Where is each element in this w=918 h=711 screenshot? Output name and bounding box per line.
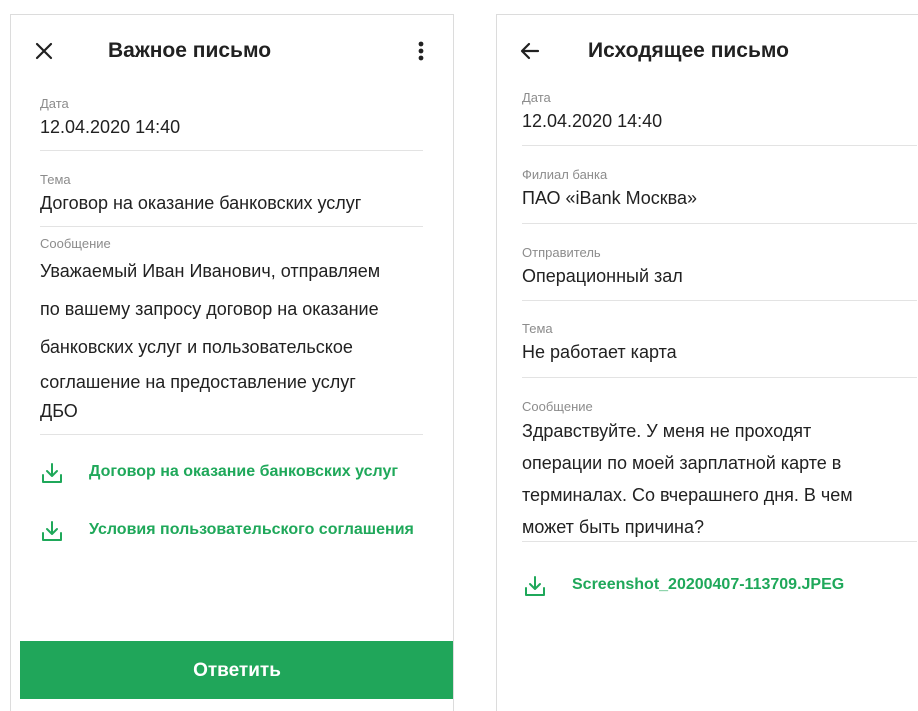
branch-field: Филиал банка ПАО «iBank Москва» <box>522 167 917 210</box>
divider <box>522 145 917 146</box>
date-label: Дата <box>40 96 69 111</box>
reply-button[interactable]: Ответить <box>20 641 453 699</box>
divider <box>522 223 917 224</box>
divider <box>522 300 917 301</box>
message-line: соглашение на предоставление услуг <box>40 372 356 392</box>
back-arrow-icon[interactable] <box>519 40 541 62</box>
message-field: Сообщение Здравствуйте. У меня не проход… <box>522 399 917 543</box>
download-icon <box>524 575 546 597</box>
page-title: Исходящее письмо <box>588 39 789 62</box>
subject-value: Не работает карта <box>522 342 677 362</box>
divider <box>40 226 423 227</box>
message-line: терминалах. Со вчерашнего дня. В чем <box>522 485 853 505</box>
subject-label: Тема <box>522 321 553 336</box>
date-field: Дата 12.04.2020 14:40 <box>522 90 917 133</box>
divider <box>40 434 423 435</box>
divider <box>522 541 917 542</box>
message-line: Уважаемый Иван Иванович, отправляем <box>40 261 381 281</box>
more-vert-icon[interactable] <box>415 37 427 65</box>
message-body: Здравствуйте. У меня не проходят операци… <box>522 415 917 543</box>
sender-field: Отправитель Операционный зал <box>522 245 917 288</box>
date-value: 12.04.2020 14:40 <box>40 117 181 137</box>
subject-value: Договор на оказание банковских услуг <box>40 193 362 213</box>
subject-label: Тема <box>40 172 71 187</box>
message-line: операции по моей зарплатной карте в <box>522 453 842 473</box>
message-label: Сообщение <box>40 236 111 251</box>
message-line: ДБО <box>40 401 78 421</box>
divider <box>40 150 423 151</box>
message-line: Здравствуйте. У меня не проходят <box>522 421 812 441</box>
outgoing-letter-screen: Исходящее письмо Дата 12.04.2020 14:40 Ф… <box>496 14 918 711</box>
date-field: Дата 12.04.2020 14:40 <box>40 96 423 139</box>
branch-label: Филиал банка <box>522 167 608 182</box>
message-line: банковских услуг и пользовательское <box>40 337 353 357</box>
sender-label: Отправитель <box>522 245 601 260</box>
page-title: Важное письмо <box>108 39 272 62</box>
attachment-label: Screenshot_20200407-113709.JPEG <box>572 576 845 593</box>
app-bar: Исходящее письмо <box>497 15 918 87</box>
message-line: по вашему запросу договор на оказание <box>40 299 379 319</box>
message-body: Уважаемый Иван Иванович, отправляем по в… <box>40 252 423 424</box>
download-icon <box>41 520 63 542</box>
close-icon[interactable] <box>33 40 55 62</box>
divider <box>522 377 917 378</box>
important-letter-screen: Важное письмо Дата 12.04.2020 14:40 Тема… <box>10 14 454 711</box>
subject-field: Тема Не работает карта <box>522 321 917 364</box>
date-label: Дата <box>522 90 551 105</box>
message-line: может быть причина? <box>522 517 704 537</box>
sender-value: Операционный зал <box>522 266 683 286</box>
message-label: Сообщение <box>522 399 593 414</box>
date-value: 12.04.2020 14:40 <box>522 111 663 131</box>
branch-value: ПАО «iBank Москва» <box>522 188 698 208</box>
download-icon <box>41 462 63 484</box>
message-field: Сообщение Уважаемый Иван Иванович, отпра… <box>40 236 423 424</box>
subject-field: Тема Договор на оказание банковских услу… <box>40 172 423 215</box>
attachment-label: Договор на оказание банковских услуг <box>89 463 399 480</box>
app-bar: Важное письмо <box>11 15 453 87</box>
attachment-label: Условия пользовательского соглашения <box>89 521 414 538</box>
